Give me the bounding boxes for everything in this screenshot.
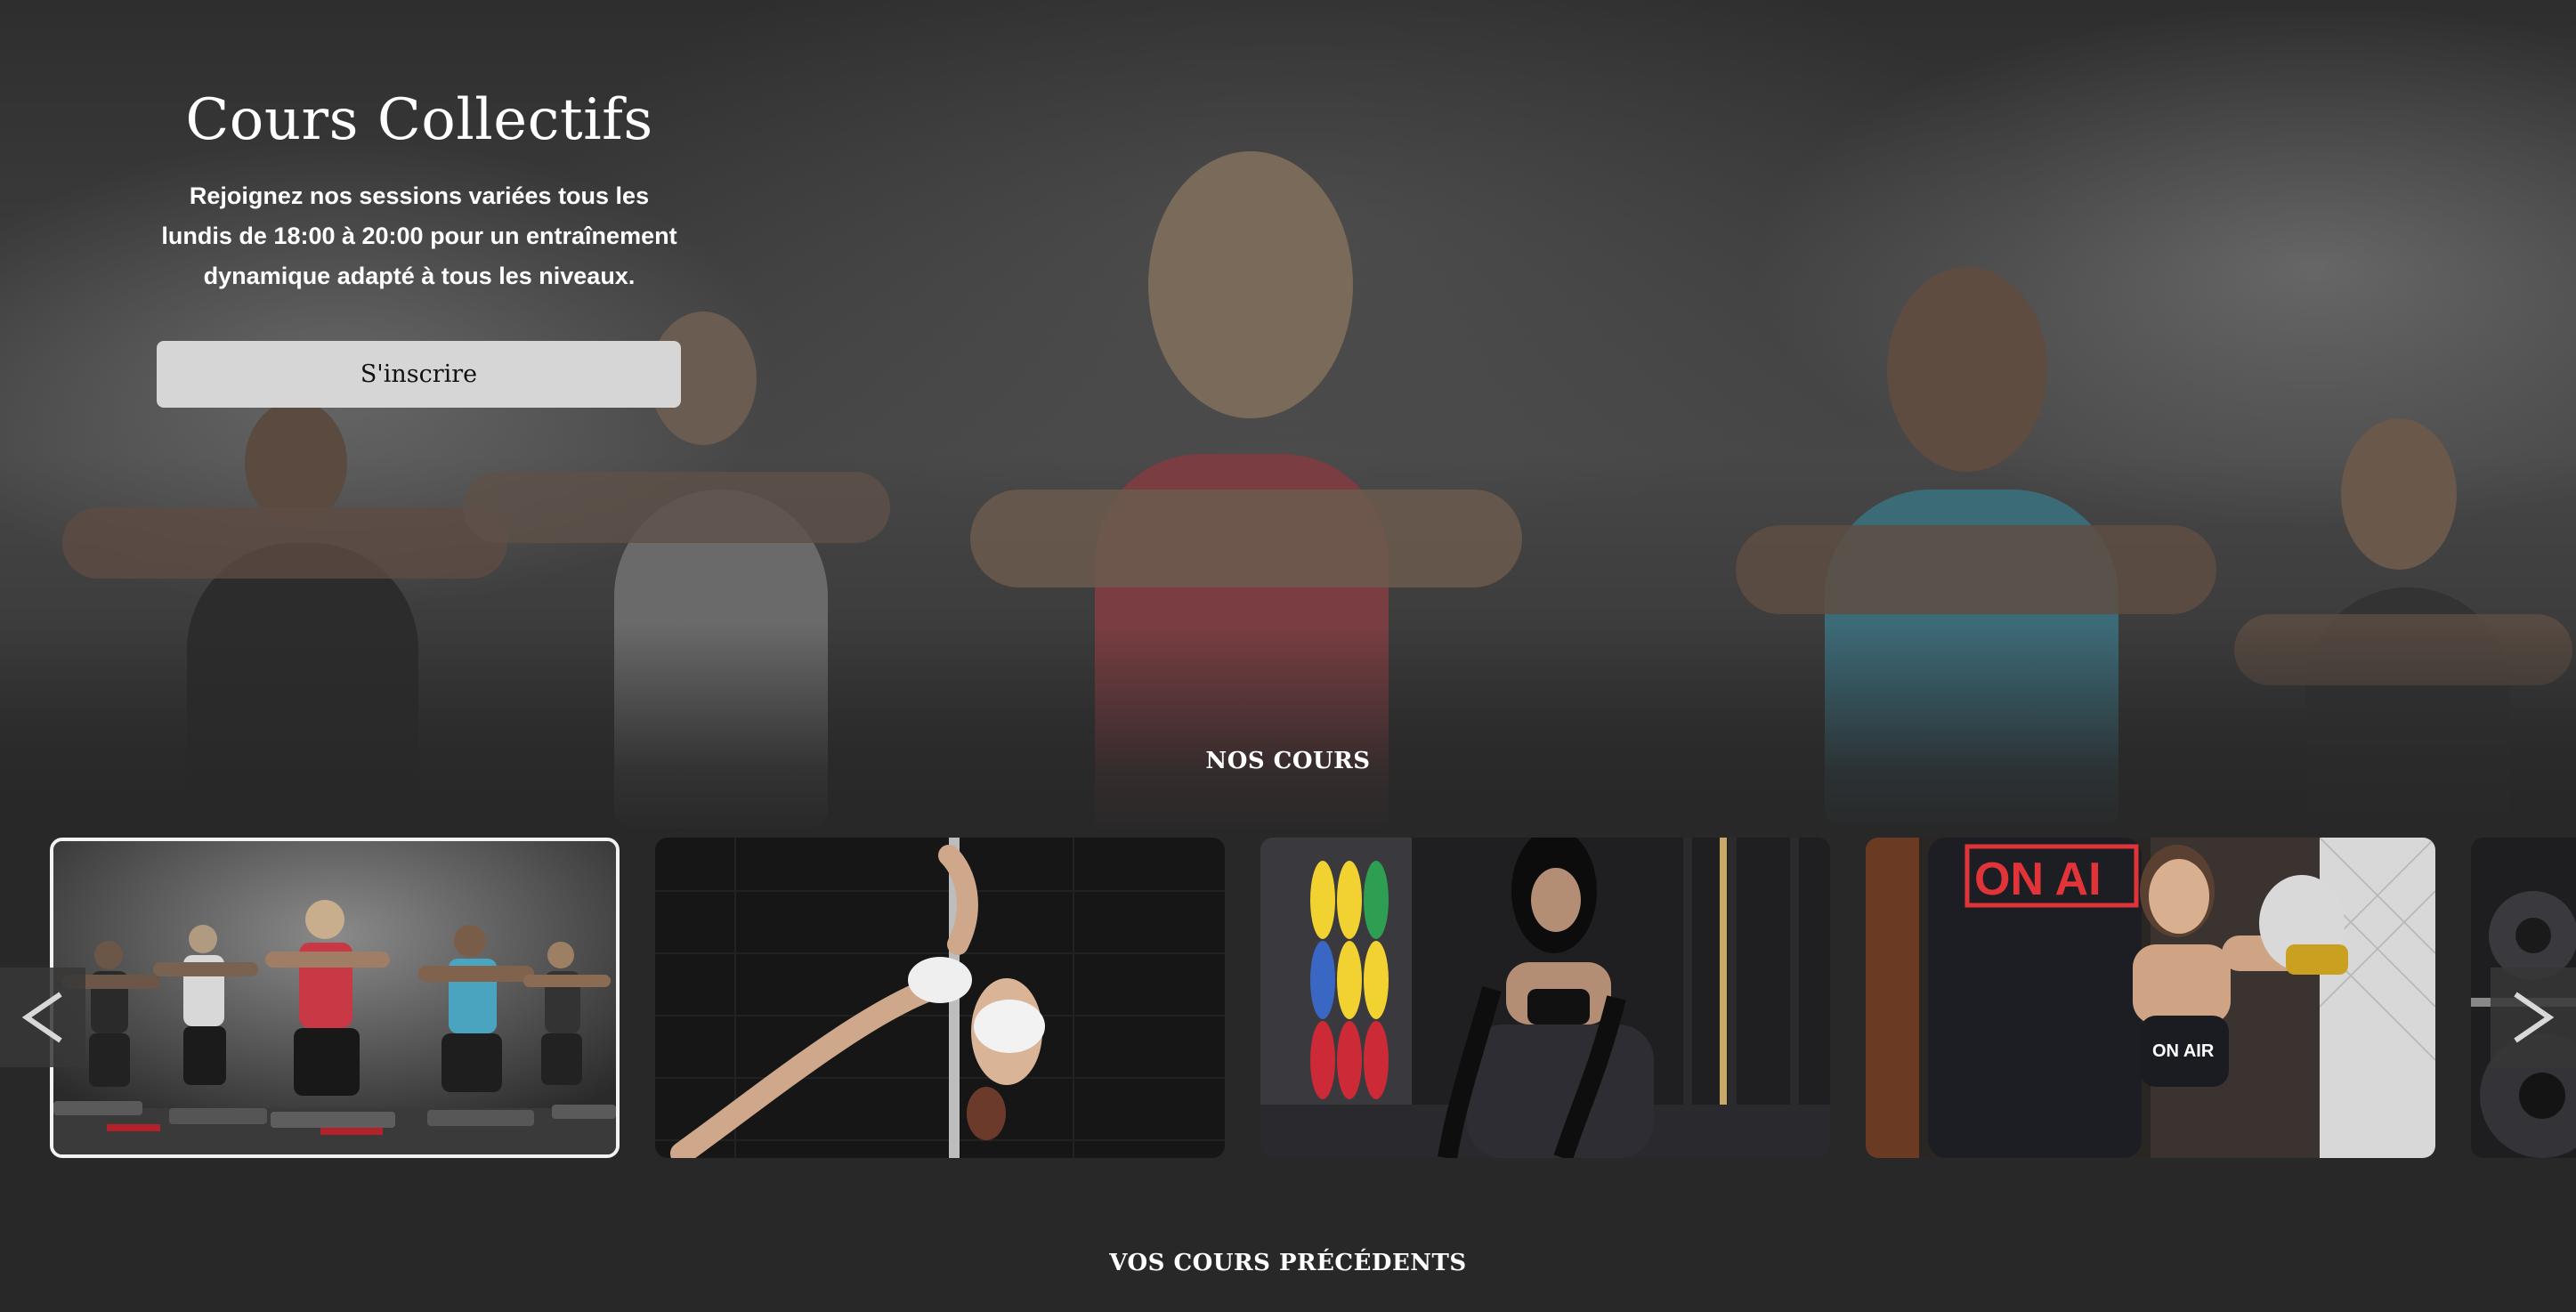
courses-section-title: NOS COURS [1205, 748, 1371, 774]
boxing-image: ON AI ON AIR [1866, 838, 2435, 1158]
page: Cours Collectifs Rejoignez nos sessions … [0, 0, 2576, 1312]
carousel-next-button[interactable] [2491, 968, 2576, 1067]
course-card-pole-dance[interactable]: pole-dance-photo [655, 838, 1225, 1158]
course-card-group-fitness[interactable]: cours-collectif-photo [50, 838, 620, 1158]
page-title: Cours Collectifs [185, 87, 653, 153]
carousel-prev-button[interactable] [0, 968, 85, 1067]
pole-dance-image [655, 838, 1225, 1158]
battle-rope-image [1260, 838, 1830, 1158]
courses-carousel: cours-collectif-photo [0, 838, 2576, 1160]
hero-bottom-fade [0, 623, 2576, 837]
previous-courses-section-title: VOS COURS PRÉCÉDENTS [1109, 1250, 1467, 1276]
register-button[interactable]: S'inscrire [157, 341, 681, 408]
hero-description: Rejoignez nos sessions variées tous les … [161, 182, 677, 289]
course-card-battle-rope[interactable]: battle-rope-photo [1260, 838, 1830, 1158]
group-fitness-image [53, 841, 616, 1154]
svg-text:ON AI: ON AI [1974, 854, 2102, 905]
course-card-boxing[interactable]: ON AI ON AIR boxing-on-air-photo [1866, 838, 2435, 1158]
svg-text:ON AIR: ON AIR [2152, 1041, 2215, 1061]
chevron-left-icon [21, 992, 62, 1043]
chevron-right-icon [2514, 992, 2555, 1043]
